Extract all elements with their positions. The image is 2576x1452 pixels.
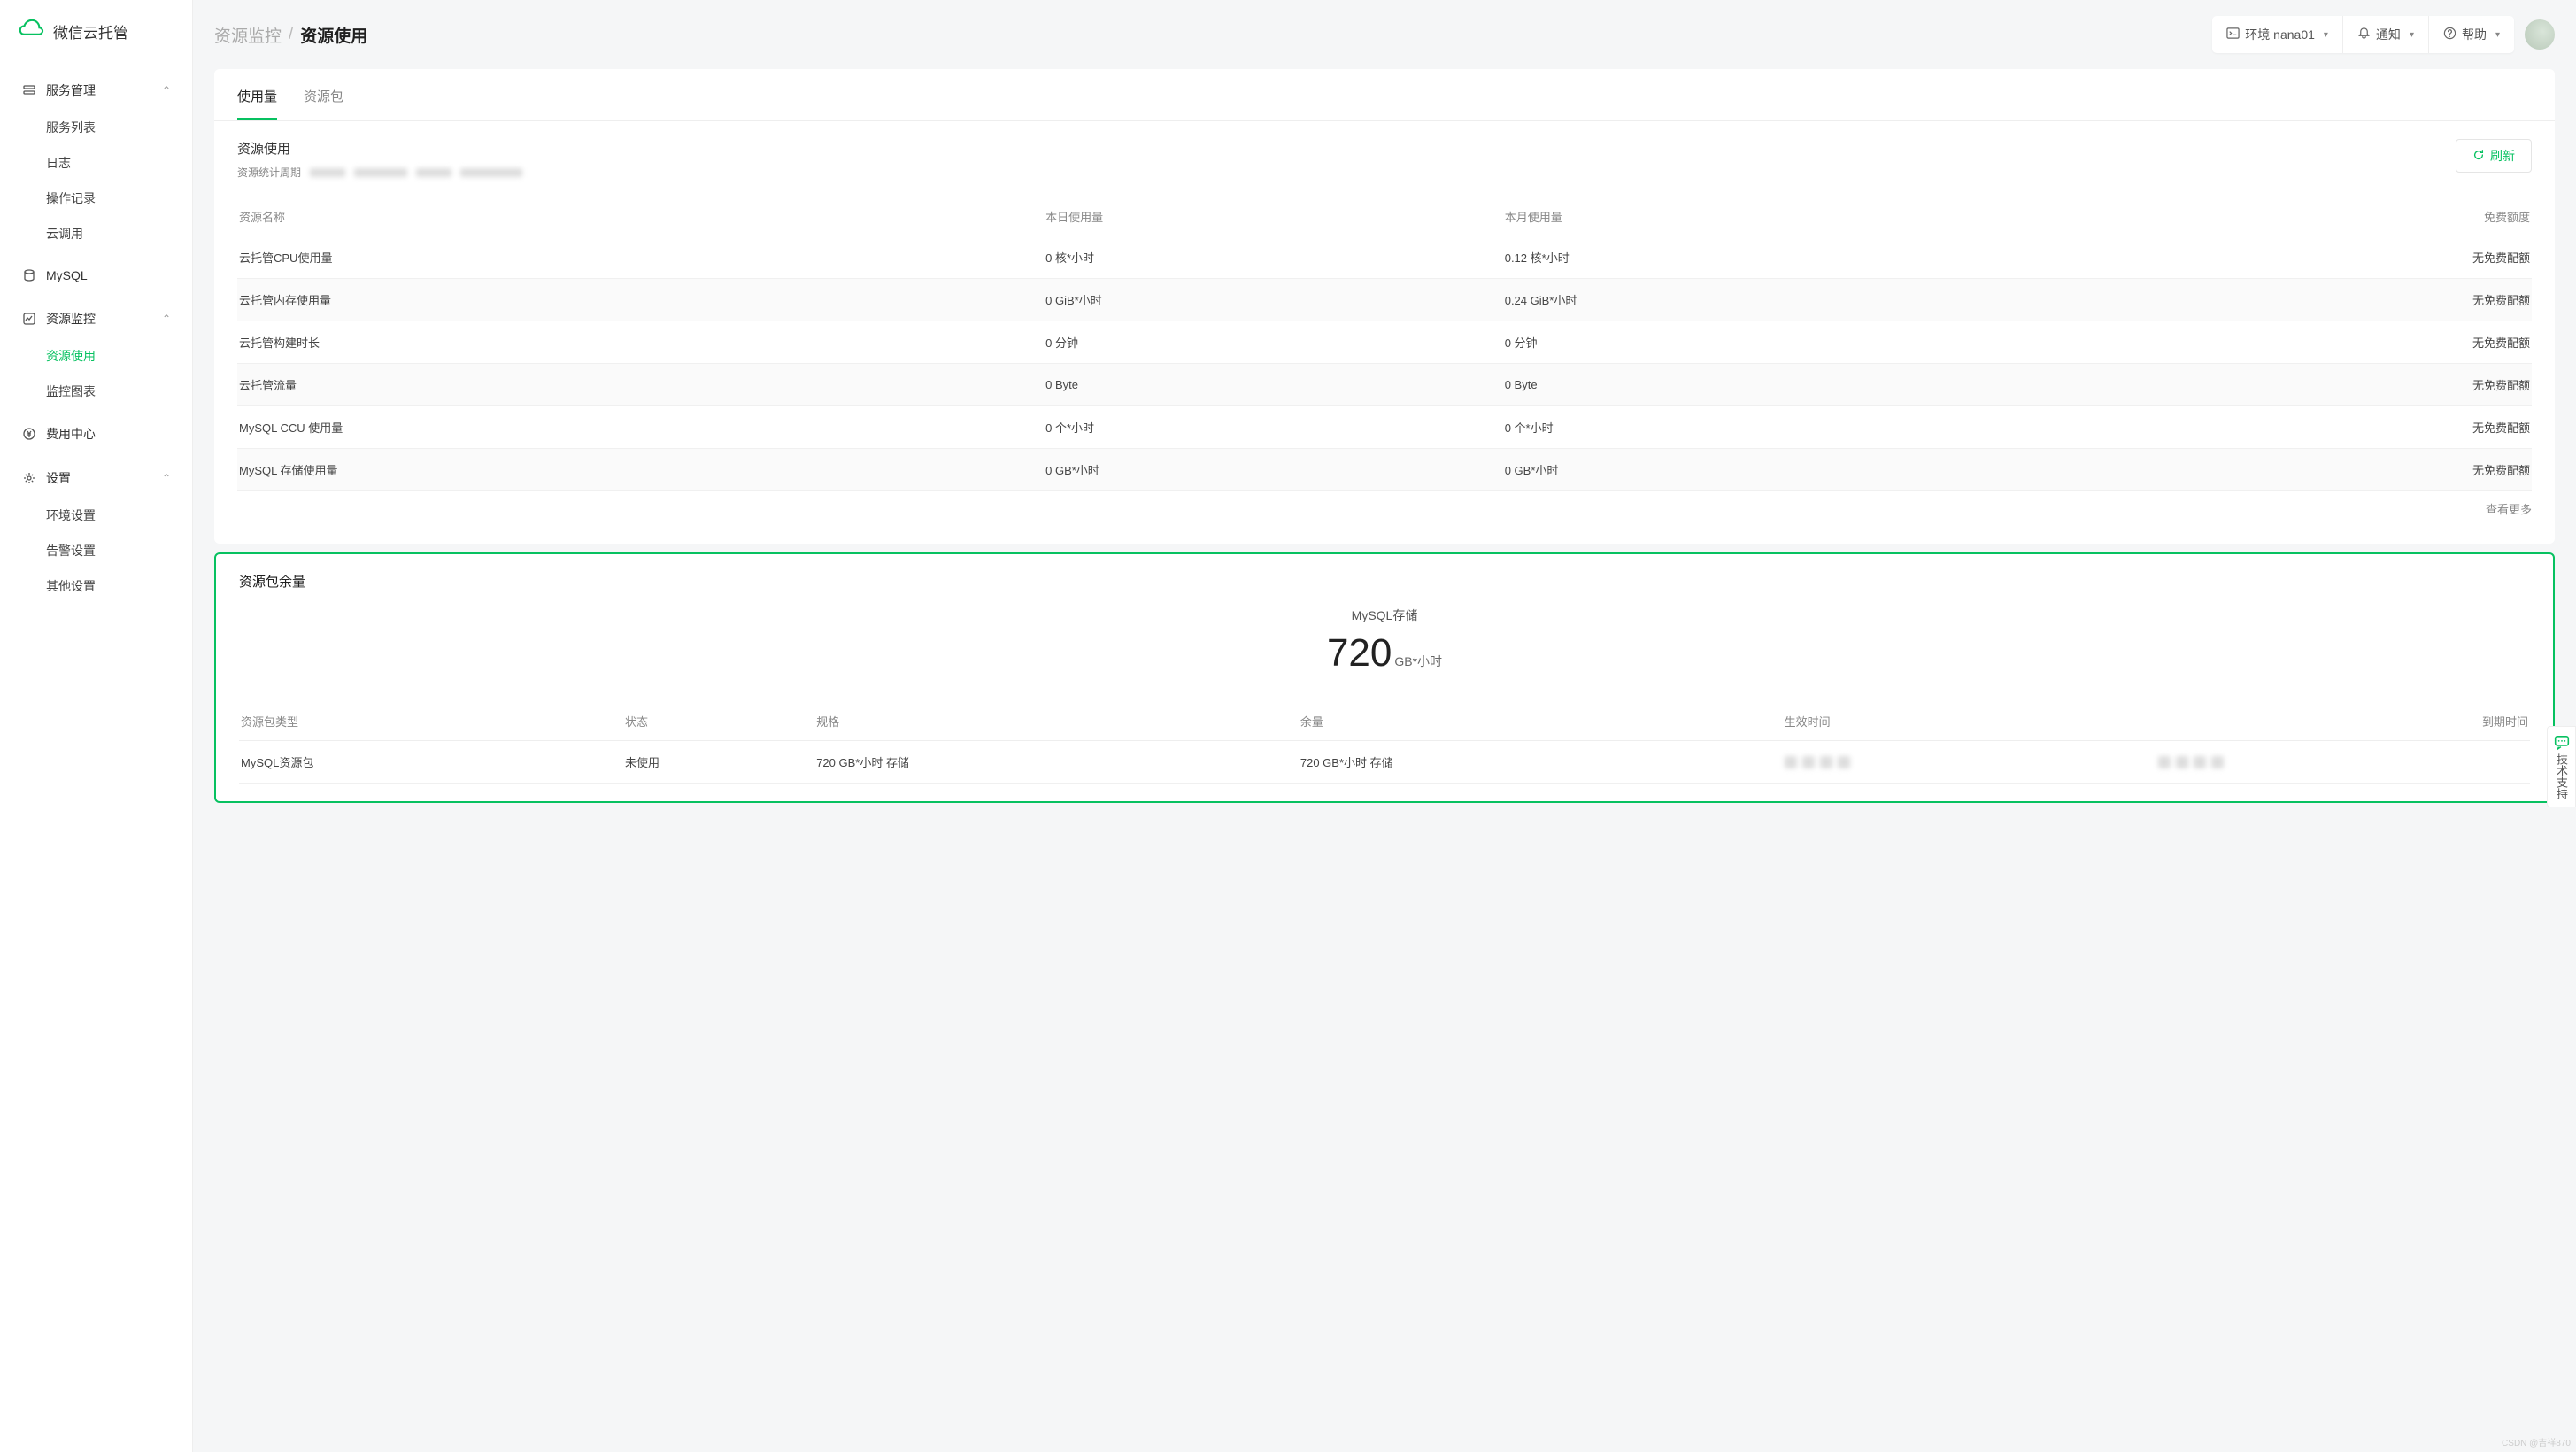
nav-header[interactable]: 资源监控⌃ bbox=[0, 299, 192, 338]
nav-icon bbox=[21, 311, 37, 327]
chat-icon bbox=[2554, 734, 2570, 750]
breadcrumb-parent[interactable]: 资源监控 bbox=[214, 23, 282, 47]
nav-item[interactable]: 云调用 bbox=[0, 216, 192, 251]
help-button[interactable]: 帮助 ▾ bbox=[2428, 16, 2514, 53]
nav-group: 服务管理⌃服务列表日志操作记录云调用 bbox=[0, 71, 192, 251]
nav-item[interactable]: 资源使用 bbox=[0, 338, 192, 374]
nav-group: 设置⌃环境设置告警设置其他设置 bbox=[0, 459, 192, 604]
caret-down-icon: ▾ bbox=[2324, 30, 2328, 40]
nav-item[interactable]: 监控图表 bbox=[0, 374, 192, 409]
tabs: 使用量资源包 bbox=[214, 81, 2555, 121]
refresh-icon bbox=[2472, 149, 2485, 164]
col-header: 本月使用量 bbox=[1503, 197, 2073, 236]
topbar: 资源监控 / 资源使用 环境 nana01 ▾ 通知 ▾ 帮助 bbox=[214, 0, 2555, 69]
col-header: 资源包类型 bbox=[239, 702, 623, 741]
breadcrumb-current: 资源使用 bbox=[300, 23, 367, 47]
col-header: 余量 bbox=[1299, 702, 1783, 741]
big-metric-label: MySQL存储 bbox=[239, 606, 2530, 624]
tab[interactable]: 使用量 bbox=[237, 81, 277, 120]
section-header: 资源使用 资源统计周期 刷新 bbox=[237, 139, 2532, 180]
resource-pack-card: 资源包余量 MySQL存储 720GB*小时 资源包类型状态规格余量生效时间到期… bbox=[214, 552, 2555, 803]
redacted bbox=[310, 168, 345, 177]
topbar-actions: 环境 nana01 ▾ 通知 ▾ 帮助 ▾ bbox=[2212, 16, 2514, 53]
nav-item[interactable]: 操作记录 bbox=[0, 181, 192, 216]
table-row: 云托管内存使用量0 GiB*小时0.24 GiB*小时无免费配额 bbox=[237, 279, 2532, 321]
cloud-icon bbox=[18, 18, 44, 44]
nav-item[interactable]: 环境设置 bbox=[0, 498, 192, 533]
caret-down-icon: ▾ bbox=[2495, 30, 2500, 40]
col-header: 生效时间 bbox=[1783, 702, 2156, 741]
col-header: 本日使用量 bbox=[1044, 197, 1503, 236]
section-title: 资源使用 bbox=[237, 139, 522, 158]
tab[interactable]: 资源包 bbox=[304, 81, 343, 120]
nav-group: 费用中心 bbox=[0, 414, 192, 453]
help-icon bbox=[2443, 27, 2456, 42]
caret-down-icon: ▾ bbox=[2410, 30, 2414, 40]
see-more-link[interactable]: 查看更多 bbox=[237, 491, 2532, 526]
support-button[interactable]: 技术支持 bbox=[2547, 726, 2576, 807]
nav-header[interactable]: 服务管理⌃ bbox=[0, 71, 192, 110]
col-header: 资源名称 bbox=[237, 197, 1044, 236]
chevron-up-icon: ⌃ bbox=[162, 313, 171, 325]
nav-icon bbox=[21, 267, 37, 283]
nav-group: MySQL bbox=[0, 257, 192, 294]
period-row: 资源统计周期 bbox=[237, 165, 522, 180]
nav-icon bbox=[21, 82, 37, 98]
usage-table: 资源名称本日使用量本月使用量免费额度 云托管CPU使用量0 核*小时0.12 核… bbox=[237, 197, 2532, 491]
big-metric-unit: GB*小时 bbox=[1394, 654, 1442, 668]
table-row: MySQL CCU 使用量0 个*小时0 个*小时无免费配额 bbox=[237, 406, 2532, 449]
nav-header[interactable]: 设置⌃ bbox=[0, 459, 192, 498]
nav-icon bbox=[21, 470, 37, 486]
pack-table: 资源包类型状态规格余量生效时间到期时间 MySQL资源包未使用720 GB*小时… bbox=[239, 702, 2530, 784]
sidebar: 微信云托管 服务管理⌃服务列表日志操作记录云调用 MySQL 资源监控⌃资源使用监控… bbox=[0, 0, 193, 1452]
avatar[interactable] bbox=[2525, 19, 2555, 50]
big-metric-value: 720 bbox=[1327, 631, 1392, 675]
nav-header[interactable]: 费用中心 bbox=[0, 414, 192, 453]
logo[interactable]: 微信云托管 bbox=[0, 0, 192, 62]
nav-icon bbox=[21, 426, 37, 442]
redacted bbox=[354, 168, 407, 177]
big-metric: MySQL存储 720GB*小时 bbox=[239, 606, 2530, 676]
nav-item[interactable]: 服务列表 bbox=[0, 110, 192, 145]
nav-group: 资源监控⌃资源使用监控图表 bbox=[0, 299, 192, 409]
chevron-up-icon: ⌃ bbox=[162, 84, 171, 97]
card-title: 资源包余量 bbox=[239, 572, 2530, 591]
main-content: 资源监控 / 资源使用 环境 nana01 ▾ 通知 ▾ 帮助 bbox=[193, 0, 2576, 1452]
redacted bbox=[460, 168, 522, 177]
env-selector[interactable]: 环境 nana01 ▾ bbox=[2212, 16, 2342, 53]
chevron-up-icon: ⌃ bbox=[162, 472, 171, 484]
col-header: 状态 bbox=[623, 702, 814, 741]
nav-item[interactable]: 告警设置 bbox=[0, 533, 192, 568]
nav-header[interactable]: MySQL bbox=[0, 257, 192, 294]
nav-item[interactable]: 日志 bbox=[0, 145, 192, 181]
table-row: MySQL资源包未使用720 GB*小时 存储720 GB*小时 存储 bbox=[239, 741, 2530, 784]
navigation: 服务管理⌃服务列表日志操作记录云调用 MySQL 资源监控⌃资源使用监控图表费用中心… bbox=[0, 62, 192, 618]
col-header: 到期时间 bbox=[2156, 702, 2530, 741]
breadcrumb-sep: / bbox=[289, 25, 293, 44]
terminal-icon bbox=[2226, 27, 2240, 42]
table-row: 云托管流量0 Byte0 Byte无免费配额 bbox=[237, 364, 2532, 406]
nav-item[interactable]: 其他设置 bbox=[0, 568, 192, 604]
main-panel: 使用量资源包 资源使用 资源统计周期 刷新 bbox=[214, 69, 2555, 544]
notify-button[interactable]: 通知 ▾ bbox=[2342, 16, 2428, 53]
table-row: MySQL 存储使用量0 GB*小时0 GB*小时无免费配额 bbox=[237, 449, 2532, 491]
breadcrumb: 资源监控 / 资源使用 bbox=[214, 23, 367, 47]
table-row: 云托管CPU使用量0 核*小时0.12 核*小时无免费配额 bbox=[237, 236, 2532, 279]
col-header: 规格 bbox=[814, 702, 1299, 741]
logo-text: 微信云托管 bbox=[53, 20, 128, 42]
watermark: CSDN @吉祥870 bbox=[2502, 1435, 2571, 1448]
refresh-button[interactable]: 刷新 bbox=[2456, 139, 2532, 173]
bell-icon bbox=[2357, 27, 2371, 42]
table-row: 云托管构建时长0 分钟0 分钟无免费配额 bbox=[237, 321, 2532, 364]
redacted bbox=[416, 168, 451, 177]
col-header: 免费额度 bbox=[2072, 197, 2532, 236]
